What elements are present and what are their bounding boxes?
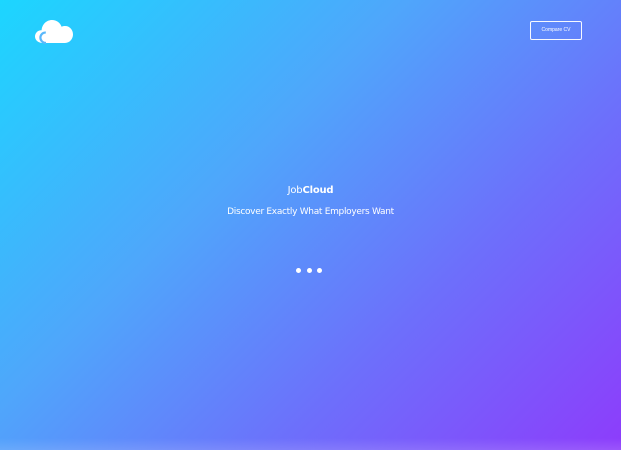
loading-dots-icon — [296, 267, 322, 273]
brand-title: JobCloud — [0, 184, 621, 198]
brand-title-bold: Cloud — [302, 185, 334, 196]
loading-dot — [296, 267, 301, 273]
compare-cv-button[interactable]: Compare CV — [530, 21, 582, 40]
tagline: Discover Exactly What Employers Want — [227, 207, 394, 217]
loading-dot — [317, 267, 322, 273]
brand-title-light: Job — [287, 185, 303, 196]
bottom-glow — [0, 438, 621, 450]
landing-page: Compare CV JobCloud Discover Exactly Wha… — [0, 0, 621, 450]
cloud-icon[interactable] — [34, 16, 74, 46]
loading-dot — [306, 267, 312, 273]
